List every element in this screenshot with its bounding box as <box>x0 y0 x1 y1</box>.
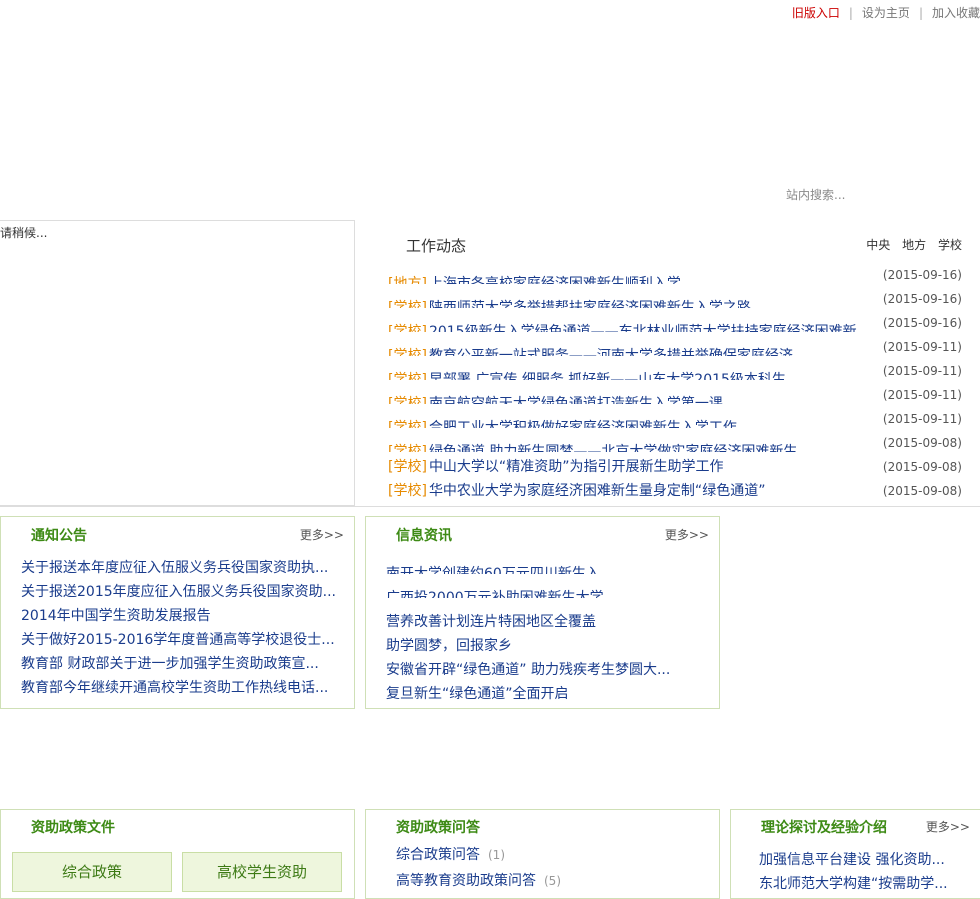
list-item[interactable]: [学校] 中山大学以“精准资助”为指引开展新生助学工作 (2015-09-08) <box>388 455 968 479</box>
list-item[interactable]: 教育部今年继续开通高校学生资助工作热线电话... <box>21 676 336 700</box>
theory-panel: 理论探讨及经验介绍 更多>> 加强信息平台建设 强化资助... 东北师范大学构建… <box>730 809 980 899</box>
list-item[interactable]: 综合政策问答 (1) <box>396 843 561 867</box>
item-title[interactable]: 教育公平新一站式服务——河南大学多措并举确保家庭经济 <box>429 348 793 356</box>
add-favorite-link[interactable]: 加入收藏 <box>932 6 980 20</box>
tab-central[interactable]: 中央 <box>866 238 890 252</box>
item-tag: [学校] <box>388 372 427 380</box>
item-title[interactable]: 合肥工业大学积极做好家庭经济困难新生入学工作 <box>429 420 737 428</box>
item-tag: [学校] <box>388 483 427 499</box>
set-homepage-link[interactable]: 设为主页 <box>862 6 910 20</box>
policy-qa-list: 综合政策问答 (1) 高等教育资助政策问答 (5) <box>396 843 561 893</box>
item-date: (2015-09-11) <box>882 412 962 426</box>
list-item[interactable]: 教育部 财政部关于进一步加强学生资助政策宣... <box>21 652 336 676</box>
theory-list: 加强信息平台建设 强化资助... 东北师范大学构建“按需助学... <box>759 848 948 896</box>
item-date: (2015-09-08) <box>882 436 962 450</box>
notice-more-link[interactable]: 更多>> <box>300 526 344 543</box>
item-date: (2015-09-11) <box>882 340 962 354</box>
list-item[interactable]: 复旦新生“绿色通道”全面开启 <box>386 682 670 706</box>
slideshow-loading: 请稍候... <box>0 226 48 240</box>
item-tag: [学校] <box>388 444 427 452</box>
item-date: (2015-09-08) <box>882 460 962 474</box>
policy-qa-panel: 资助政策问答 综合政策问答 (1) 高等教育资助政策问答 (5) <box>365 809 720 899</box>
list-item[interactable]: [学校] 绿色通道 助力新生圆梦——北京大学做实家庭经济困难新生 (2015-09-… <box>388 431 968 455</box>
work-news-title: 工作动态 <box>406 237 467 255</box>
tab-school[interactable]: 学校 <box>938 238 962 252</box>
list-item[interactable]: 关于报送本年度应征入伍服义务兵役国家资助执... <box>21 556 336 580</box>
work-news-list: [地方] 上海市各高校家庭经济困难新生顺利入学 (2015-09-16) [学校] 陕… <box>388 263 968 503</box>
list-item[interactable]: 助学圆梦，回报家乡 <box>386 634 670 658</box>
item-tag: [学校] <box>388 420 427 428</box>
top-links: 旧版入口 | 设为主页 | 加入收藏 <box>792 4 980 21</box>
item-date: (2015-09-16) <box>882 316 962 330</box>
notice-list: 关于报送本年度应征入伍服义务兵役国家资助执... 关于报送2015年度应征入伍服… <box>21 556 336 700</box>
policy-files-panel: 资助政策文件 综合政策 高校学生资助 <box>0 809 355 899</box>
theory-title: 理论探讨及经验介绍 <box>761 820 887 836</box>
item-label[interactable]: 综合政策问答 <box>396 847 480 863</box>
list-item[interactable]: [地方] 上海市各高校家庭经济困难新生顺利入学 (2015-09-16) <box>388 263 968 287</box>
tab-local[interactable]: 地方 <box>902 238 926 252</box>
separator: | <box>848 6 853 20</box>
item-title[interactable]: 陕西师范大学多举措帮扶家庭经济困难新生入学之路 <box>429 300 751 308</box>
old-version-link[interactable]: 旧版入口 <box>792 6 840 20</box>
item-title[interactable]: 中山大学以“精准资助”为指引开展新生助学工作 <box>429 459 724 475</box>
item-count: (5) <box>544 874 561 888</box>
search-input[interactable]: 站内搜索... <box>786 186 845 203</box>
item-tag: [学校] <box>388 300 427 308</box>
item-tag: [学校] <box>388 348 427 356</box>
item-title[interactable]: 早部署 广宣传 细服务 抓好新——山东大学2015级本科生 <box>429 372 786 380</box>
list-item[interactable]: [学校] 早部署 广宣传 细服务 抓好新——山东大学2015级本科生 (2015-0… <box>388 359 968 383</box>
item-label[interactable]: 高等教育资助政策问答 <box>396 873 536 889</box>
list-item[interactable]: 营养改善计划连片特困地区全覆盖 <box>386 610 670 634</box>
item-tag: [地方] <box>388 276 427 284</box>
list-item[interactable]: 广西投2000万元补助困难新生大学 <box>386 586 670 598</box>
policy-files-title: 资助政策文件 <box>31 820 115 836</box>
separator: | <box>918 6 923 20</box>
item-date: (2015-09-08) <box>882 484 962 498</box>
list-item[interactable]: [学校] 2015级新生入学绿色通道——东北林业师范大学扶持家庭经济困难新 (201… <box>388 311 968 335</box>
item-date: (2015-09-11) <box>882 388 962 402</box>
list-item[interactable]: [学校] 教育公平新一站式服务——河南大学多措并举确保家庭经济 (2015-09-1… <box>388 335 968 359</box>
info-more-link[interactable]: 更多>> <box>665 526 709 543</box>
info-title: 信息资讯 <box>396 528 452 544</box>
notice-title: 通知公告 <box>31 528 87 544</box>
list-item[interactable]: [学校] 合肥工业大学积极做好家庭经济困难新生入学工作 (2015-09-11) <box>388 407 968 431</box>
item-title[interactable]: 2015级新生入学绿色通道——东北林业师范大学扶持家庭经济困难新 <box>429 324 857 332</box>
item-tag: [学校] <box>388 396 427 404</box>
item-tag: [学校] <box>388 324 427 332</box>
item-tag: [学校] <box>388 459 427 475</box>
item-date: (2015-09-16) <box>882 292 962 306</box>
list-item[interactable]: 安徽省开辟“绿色通道” 助力残疾考生梦圆大... <box>386 658 670 682</box>
policy-qa-title: 资助政策问答 <box>396 820 480 836</box>
list-item[interactable]: 南开大学创建约60万元四川新生入 <box>386 562 670 574</box>
list-item[interactable]: [学校] 南京航空航天大学绿色通道打造新生入学第一课 (2015-09-11) <box>388 383 968 407</box>
item-count: (1) <box>488 848 505 862</box>
divider <box>0 506 980 507</box>
item-title[interactable]: 上海市各高校家庭经济困难新生顺利入学 <box>429 276 681 284</box>
list-item[interactable]: 东北师范大学构建“按需助学... <box>759 872 948 896</box>
list-item[interactable]: [学校] 华中农业大学为家庭经济困难新生量身定制“绿色通道” (2015-09-08… <box>388 479 968 503</box>
theory-more-link[interactable]: 更多>> <box>926 818 970 835</box>
notice-panel: 通知公告 更多>> 关于报送本年度应征入伍服义务兵役国家资助执... 关于报送2… <box>0 516 355 709</box>
list-item[interactable]: [学校] 陕西师范大学多举措帮扶家庭经济困难新生入学之路 (2015-09-16) <box>388 287 968 311</box>
item-date: (2015-09-11) <box>882 364 962 378</box>
list-item[interactable]: 高等教育资助政策问答 (5) <box>396 869 561 893</box>
college-aid-button[interactable]: 高校学生资助 <box>182 852 342 892</box>
item-title[interactable]: 南京航空航天大学绿色通道打造新生入学第一课 <box>429 396 723 404</box>
slideshow: 请稍候... <box>0 220 355 506</box>
info-panel: 信息资讯 更多>> 南开大学创建约60万元四川新生入 广西投2000万元补助困难… <box>365 516 720 709</box>
general-policy-button[interactable]: 综合政策 <box>12 852 172 892</box>
list-item[interactable]: 关于报送2015年度应征入伍服义务兵役国家资助... <box>21 580 336 604</box>
info-list: 南开大学创建约60万元四川新生入 广西投2000万元补助困难新生大学 营养改善计… <box>386 562 670 706</box>
item-date: (2015-09-16) <box>882 268 962 282</box>
list-item[interactable]: 关于做好2015-2016学年度普通高等学校退役士... <box>21 628 336 652</box>
item-title[interactable]: 绿色通道 助力新生圆梦——北京大学做实家庭经济困难新生 <box>429 444 797 452</box>
list-item[interactable]: 加强信息平台建设 强化资助... <box>759 848 948 872</box>
list-item[interactable]: 2014年中国学生资助发展报告 <box>21 604 336 628</box>
work-news-tabs: 中央 地方 学校 <box>858 236 962 253</box>
item-title[interactable]: 华中农业大学为家庭经济困难新生量身定制“绿色通道” <box>429 483 766 499</box>
